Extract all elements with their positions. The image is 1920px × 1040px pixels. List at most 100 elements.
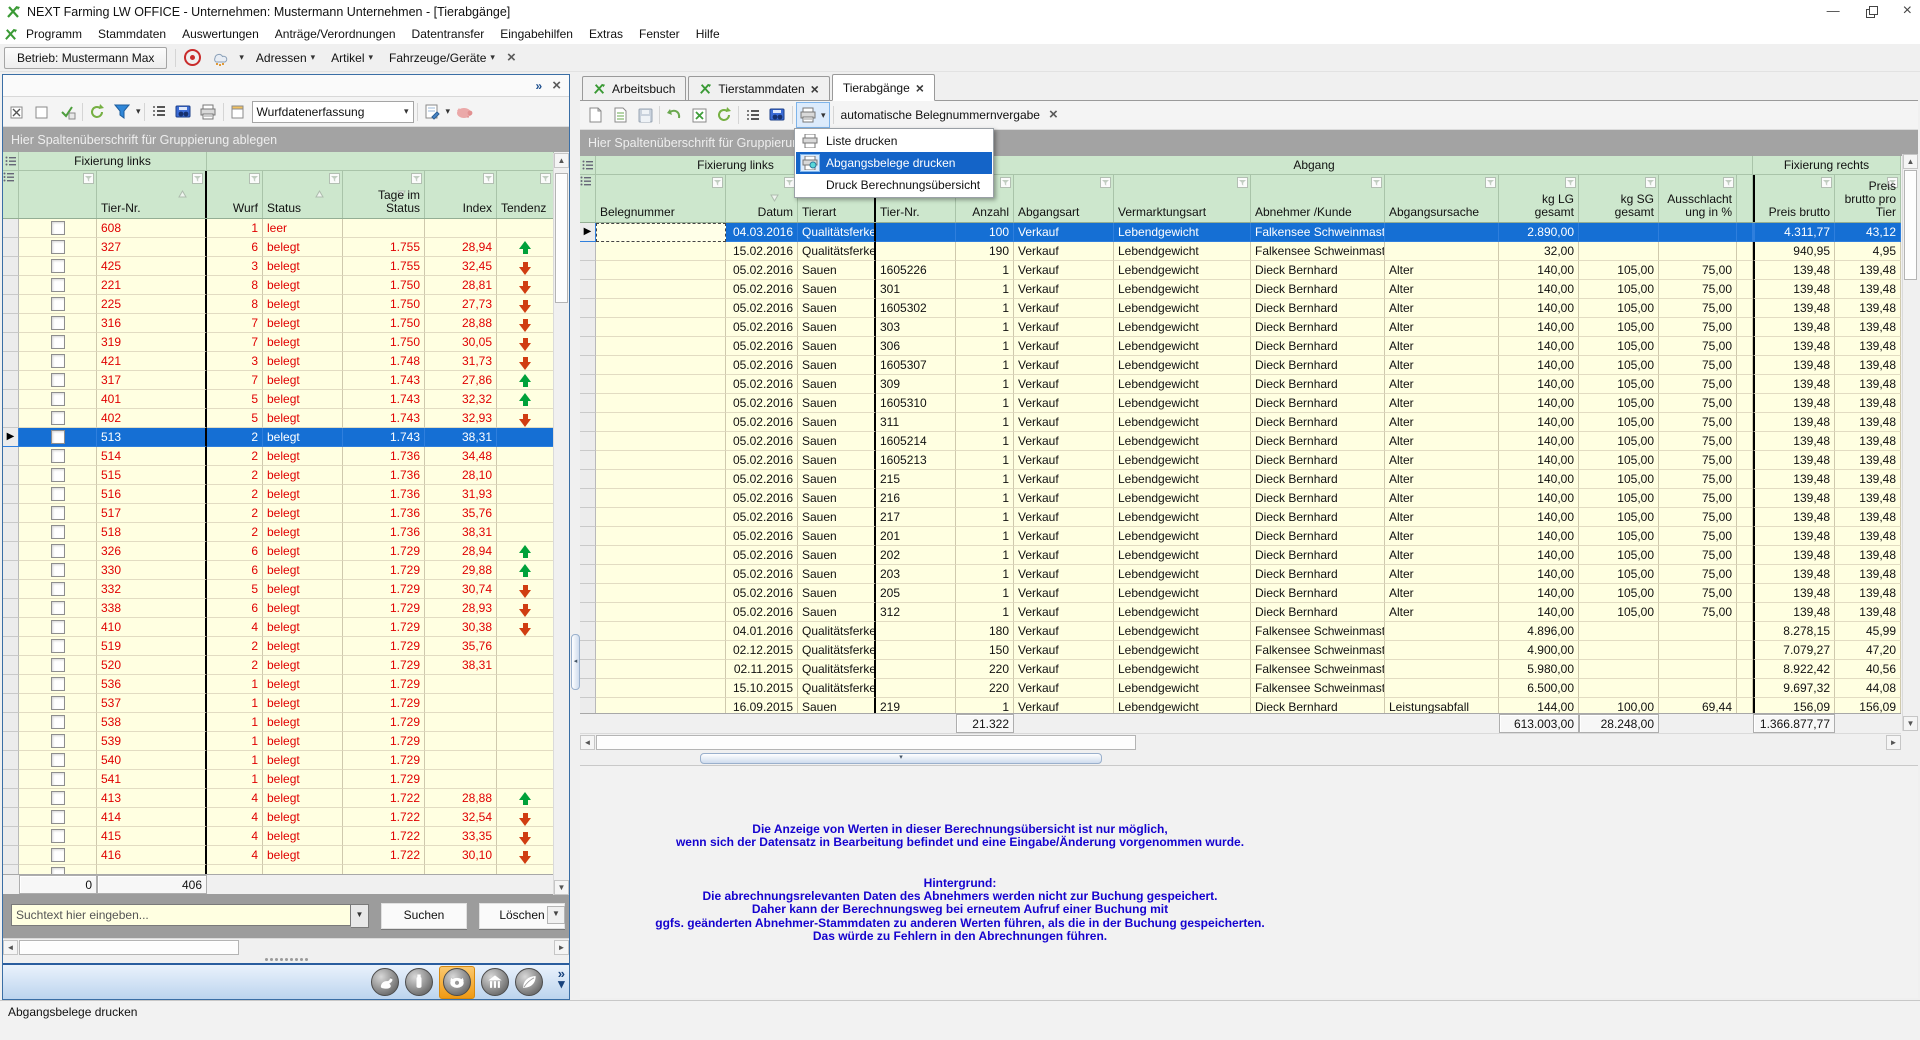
- column-header-kg-sg-gesamt[interactable]: kg SG gesamt: [1579, 175, 1659, 222]
- scrollbar-thumb[interactable]: [1904, 170, 1917, 280]
- table-row[interactable]: 5152belegt1.73628,10: [3, 466, 554, 485]
- table-row[interactable]: 05.02.2016Sauen2151VerkaufLebendgewichtD…: [580, 470, 1901, 489]
- table-row[interactable]: 02.11.2015Qualitätsferkel220VerkaufLeben…: [580, 660, 1901, 679]
- table-row[interactable]: 4144belegt1.72232,54: [3, 808, 554, 827]
- scroll-up-icon[interactable]: ▲: [554, 153, 569, 168]
- new-entry-icon[interactable]: [227, 101, 249, 123]
- adressen-dropdown[interactable]: Adressen▾: [252, 49, 319, 67]
- close-tab-icon[interactable]: ×: [916, 83, 924, 93]
- scroll-left-icon[interactable]: ◄: [3, 940, 18, 955]
- select-rows-icon[interactable]: [7, 101, 29, 123]
- filter-icon[interactable]: [83, 173, 94, 184]
- column-header-tendenz[interactable]: Tendenz: [497, 171, 554, 218]
- table-row[interactable]: 5401belegt1.729: [3, 751, 554, 770]
- record-icon[interactable]: [184, 49, 201, 66]
- scroll-up-icon[interactable]: ▲: [1903, 154, 1918, 169]
- splitter-handle[interactable]: [3, 956, 569, 964]
- horizontal-splitter[interactable]: ▾: [580, 751, 1918, 766]
- column-group-abgang[interactable]: Abgang: [876, 156, 1753, 174]
- column-header-abgangsursache[interactable]: Abgangsursache: [1385, 175, 1499, 222]
- row-checkbox[interactable]: [51, 582, 65, 596]
- row-checkbox[interactable]: [51, 525, 65, 539]
- filter-icon[interactable]: [329, 173, 340, 184]
- filter-icon[interactable]: [483, 173, 494, 184]
- close-toolbar-icon[interactable]: ×: [507, 52, 516, 64]
- table-row[interactable]: 4134belegt1.72228,88: [3, 789, 554, 808]
- menu-datentransfer[interactable]: Datentransfer: [404, 25, 493, 43]
- table-row[interactable]: 05.02.2016Sauen2161VerkaufLebendgewichtD…: [580, 489, 1901, 508]
- row-checkbox[interactable]: [51, 221, 65, 235]
- column-header-preis-brutto[interactable]: Preis brutto: [1753, 175, 1835, 222]
- table-row[interactable]: 5182belegt1.73638,31: [3, 523, 554, 542]
- cloud-sync-icon[interactable]: [209, 47, 231, 69]
- column-header-select[interactable]: [19, 171, 97, 218]
- expand-panel-icon[interactable]: »: [536, 79, 543, 93]
- refresh-icon[interactable]: [713, 104, 735, 126]
- table-row[interactable]: 5391belegt1.729: [3, 732, 554, 751]
- print-menu-button[interactable]: ▾: [796, 102, 830, 128]
- list-view-icon[interactable]: [148, 101, 170, 123]
- table-row[interactable]: 05.02.2016Sauen2011VerkaufLebendgewichtD…: [580, 527, 1901, 546]
- table-row[interactable]: [3, 865, 554, 874]
- chevron-down-icon[interactable]: ▾: [446, 106, 451, 117]
- pig-action-icon[interactable]: [453, 101, 475, 123]
- collapse-splitter-handle[interactable]: ▾: [700, 753, 1102, 764]
- close-option-icon[interactable]: ×: [1049, 109, 1058, 121]
- column-header-ausschlacht-ung-in[interactable]: Ausschlacht ung in %: [1659, 175, 1737, 222]
- table-row[interactable]: 05.02.2016Sauen3031VerkaufLebendgewichtD…: [580, 318, 1901, 337]
- row-checkbox[interactable]: [51, 278, 65, 292]
- discard-icon[interactable]: [688, 104, 710, 126]
- sort-icon[interactable]: [178, 187, 187, 201]
- table-row[interactable]: 3325belegt1.72930,74: [3, 580, 554, 599]
- new-from-template-icon[interactable]: [609, 104, 631, 126]
- horizontal-scrollbar[interactable]: ◄ ►: [580, 733, 1901, 751]
- save-icon[interactable]: [634, 104, 656, 126]
- edit-document-icon[interactable]: [421, 101, 443, 123]
- table-row[interactable]: 05.02.2016Sauen3061VerkaufLebendgewichtD…: [580, 337, 1901, 356]
- row-checkbox[interactable]: [51, 658, 65, 672]
- table-row[interactable]: 05.02.2016Sauen2051VerkaufLebendgewichtD…: [580, 584, 1901, 603]
- table-row[interactable]: 5411belegt1.729: [3, 770, 554, 789]
- table-row[interactable]: 15.02.2016Qualitätsferkel190VerkaufLeben…: [580, 242, 1901, 261]
- table-row[interactable]: 5142belegt1.73634,48: [3, 447, 554, 466]
- refresh-icon[interactable]: [86, 101, 108, 123]
- table-row[interactable]: 3177belegt1.74327,86: [3, 371, 554, 390]
- scroll-down-icon[interactable]: ▼: [1903, 716, 1918, 731]
- column-header-belegnummer[interactable]: Belegnummer: [596, 175, 726, 222]
- fahrzeuge-dropdown[interactable]: Fahrzeuge/Geräte▾: [385, 49, 499, 67]
- artikel-dropdown[interactable]: Artikel▾: [327, 49, 377, 67]
- row-checkbox[interactable]: [51, 487, 65, 501]
- menu-fenster[interactable]: Fenster: [631, 25, 688, 43]
- table-row[interactable]: 4213belegt1.74831,73: [3, 352, 554, 371]
- table-row[interactable]: 05.02.2016Sauen16052261VerkaufLebendgewi…: [580, 261, 1901, 280]
- table-row[interactable]: 05.02.2016Sauen3111VerkaufLebendgewichtD…: [580, 413, 1901, 432]
- tab-arbeitsbuch[interactable]: Arbeitsbuch: [582, 76, 686, 100]
- menu-auswertungen[interactable]: Auswertungen: [174, 25, 267, 43]
- table-row[interactable]: 02.12.2015Qualitätsferkel150VerkaufLeben…: [580, 641, 1901, 660]
- row-checkbox[interactable]: [51, 506, 65, 520]
- table-row[interactable]: 05.02.2016Sauen2031VerkaufLebendgewichtD…: [580, 565, 1901, 584]
- vertical-scrollbar[interactable]: ▲ ▼: [1902, 154, 1918, 731]
- group-by-bar[interactable]: Hier Spaltenüberschrift für Gruppierung …: [3, 127, 569, 152]
- close-tab-icon[interactable]: ×: [811, 84, 819, 94]
- row-checkbox[interactable]: [51, 677, 65, 691]
- scrollbar-thumb[interactable]: [596, 735, 1136, 750]
- row-checkbox[interactable]: [51, 354, 65, 368]
- table-row[interactable]: 05.02.2016Sauen16053101VerkaufLebendgewi…: [580, 394, 1901, 413]
- row-checkbox[interactable]: [51, 867, 65, 874]
- column-header-status[interactable]: Status: [263, 171, 343, 218]
- filter-icon[interactable]: [540, 173, 551, 184]
- row-checkbox[interactable]: [51, 411, 65, 425]
- column-header-preis-brutto-pro-tier[interactable]: Preis brutto pro Tier: [1835, 175, 1901, 222]
- row-checkbox[interactable]: [51, 468, 65, 482]
- table-row[interactable]: 3276belegt1.75528,94: [3, 238, 554, 257]
- row-checkbox[interactable]: [51, 620, 65, 634]
- minimize-button[interactable]: —: [1827, 2, 1840, 20]
- deselect-rows-icon[interactable]: [32, 101, 54, 123]
- filter-icon[interactable]: [411, 173, 422, 184]
- chevron-down-icon[interactable]: ▾: [136, 106, 141, 117]
- row-checkbox[interactable]: [51, 373, 65, 387]
- table-row[interactable]: 05.02.2016Sauen16052141VerkaufLebendgewi…: [580, 432, 1901, 451]
- row-checkbox[interactable]: [51, 392, 65, 406]
- search-options-icon[interactable]: ▼: [547, 906, 565, 924]
